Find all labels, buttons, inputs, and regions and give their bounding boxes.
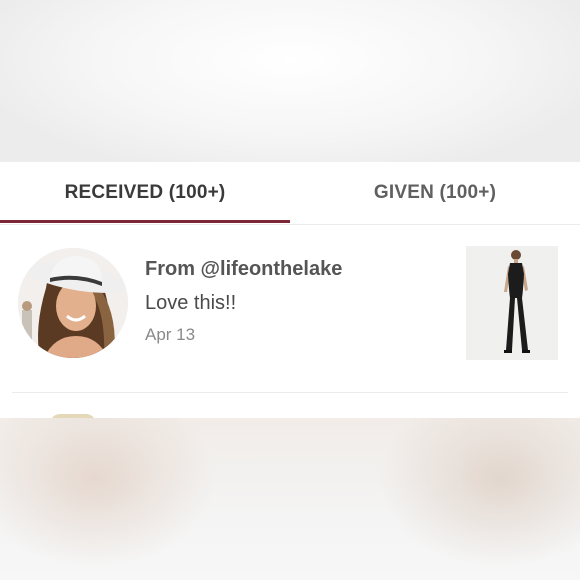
blurred-background-top	[0, 0, 580, 162]
jumpsuit-photo	[466, 246, 558, 360]
tab-received[interactable]: RECEIVED (100+)	[0, 162, 290, 224]
from-user-text[interactable]: From @lifeonthelake	[145, 258, 342, 281]
divider	[12, 392, 568, 393]
listing-thumbnail[interactable]	[466, 246, 558, 360]
message-text: Love this!!	[145, 292, 237, 314]
blurred-background-bottom	[0, 418, 580, 580]
avatar[interactable]	[18, 248, 128, 358]
tab-bar: RECEIVED (100+) GIVEN (100+)	[0, 162, 580, 225]
date-text: Apr 13	[145, 325, 196, 344]
tab-given[interactable]: GIVEN (100+)	[290, 162, 580, 224]
avatar-photo	[18, 248, 128, 358]
active-tab-indicator	[0, 220, 290, 223]
